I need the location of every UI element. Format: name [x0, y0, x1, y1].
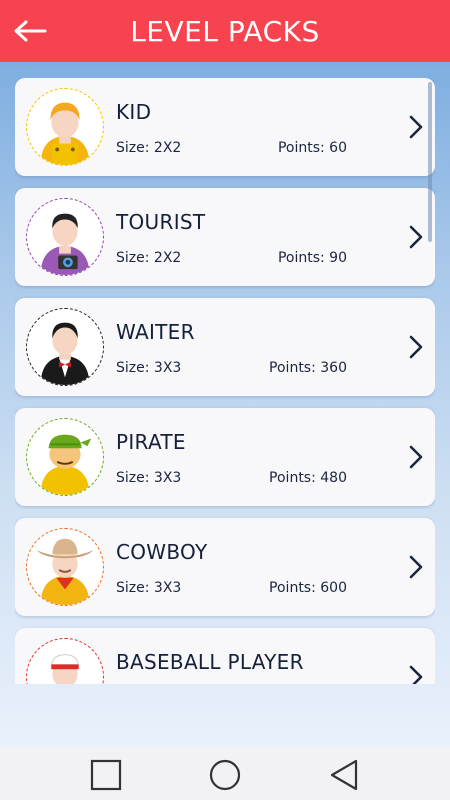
- level-pack-card-tourist[interactable]: TOURIST Size: 2X2 Points: 90: [15, 188, 435, 286]
- pack-size: Size: 2X2: [116, 250, 182, 266]
- pack-points: Points: 480: [269, 470, 347, 486]
- back-icon: [330, 759, 358, 791]
- nav-back-button[interactable]: [327, 758, 361, 792]
- page-title: LEVEL PACKS: [130, 14, 320, 48]
- kid-avatar-icon: [26, 88, 104, 166]
- pack-points: Points: 360: [269, 360, 347, 376]
- pack-name: WAITER: [116, 320, 195, 344]
- chevron-right-icon: [409, 225, 423, 249]
- chevron-right-icon: [409, 115, 423, 139]
- level-pack-list-area[interactable]: KID Size: 2X2 Points: 60 TOURIST Size: 2…: [0, 62, 450, 746]
- level-pack-card-cowboy[interactable]: COWBOY Size: 3X3 Points: 600: [15, 518, 435, 616]
- pack-name: BASEBALL PLAYER: [116, 650, 304, 674]
- level-pack-card-kid[interactable]: KID Size: 2X2 Points: 60: [15, 78, 435, 176]
- home-icon: [209, 759, 241, 791]
- pack-points: Points: 600: [269, 580, 347, 596]
- pack-size: Size: 2X2: [116, 140, 182, 156]
- chevron-right-icon: [409, 445, 423, 469]
- pack-name: TOURIST: [116, 210, 206, 234]
- waiter-avatar-icon: [26, 308, 104, 386]
- pack-size: Size: 3X3: [116, 470, 182, 486]
- system-navigation-bar: [0, 746, 450, 800]
- pack-name: COWBOY: [116, 540, 208, 564]
- back-button[interactable]: [12, 14, 48, 48]
- pack-points: Points: 90: [277, 250, 347, 266]
- tourist-avatar-icon: [26, 198, 104, 276]
- home-button[interactable]: [208, 758, 242, 792]
- level-pack-list[interactable]: KID Size: 2X2 Points: 60 TOURIST Size: 2…: [15, 78, 435, 684]
- recent-apps-button[interactable]: [89, 758, 123, 792]
- pack-name: PIRATE: [116, 430, 186, 454]
- baseball-player-avatar-icon: [26, 638, 104, 684]
- pack-name: KID: [116, 100, 152, 124]
- pack-size: Size: 3X3: [116, 580, 182, 596]
- pack-size: Size: 3X3: [116, 360, 182, 376]
- level-pack-card-pirate[interactable]: PIRATE Size: 3X3 Points: 480: [15, 408, 435, 506]
- chevron-right-icon: [409, 555, 423, 579]
- pack-points: Points: 60: [277, 140, 347, 156]
- level-pack-card-waiter[interactable]: WAITER Size: 3X3 Points: 360: [15, 298, 435, 396]
- chevron-right-icon: [409, 665, 423, 684]
- cowboy-avatar-icon: [26, 528, 104, 606]
- level-pack-card-baseball-player[interactable]: BASEBALL PLAYER: [15, 628, 435, 684]
- recent-apps-icon: [90, 759, 122, 791]
- scrollbar[interactable]: [428, 82, 432, 242]
- arrow-left-icon: [14, 20, 47, 42]
- pirate-avatar-icon: [26, 418, 104, 496]
- app-header: LEVEL PACKS: [0, 0, 450, 62]
- chevron-right-icon: [409, 335, 423, 359]
